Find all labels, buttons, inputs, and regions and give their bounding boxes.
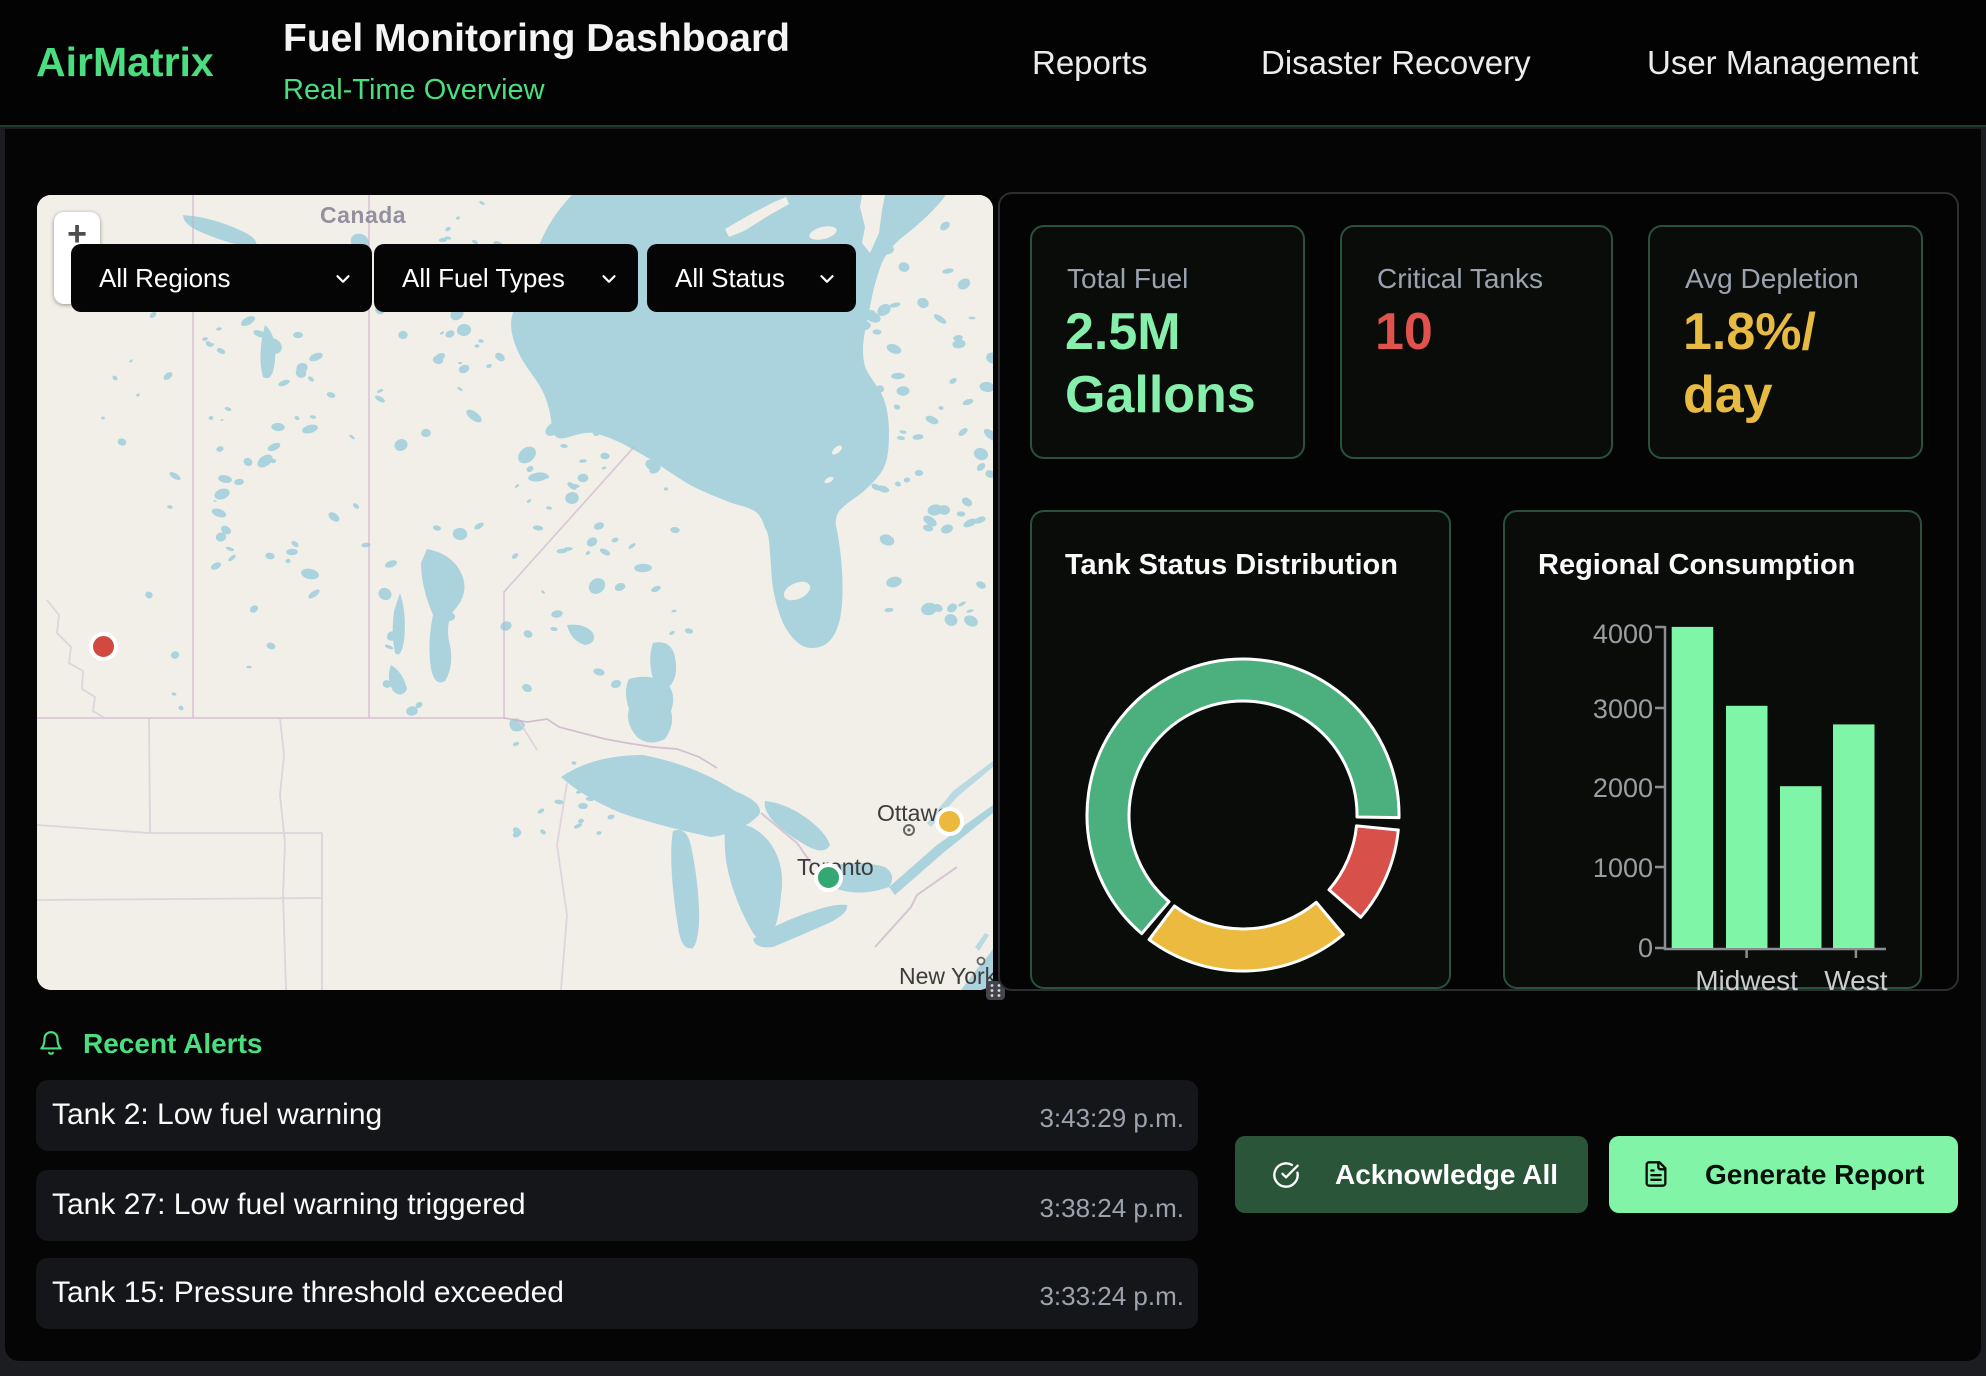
svg-text:Canada: Canada <box>320 202 406 228</box>
svg-text:New York: New York <box>899 963 993 989</box>
svg-text:2000: 2000 <box>1593 773 1653 803</box>
svg-text:3000: 3000 <box>1593 694 1653 724</box>
svg-text:4000: 4000 <box>1593 619 1653 649</box>
svg-text:Midwest: Midwest <box>1695 965 1798 991</box>
svg-text:0: 0 <box>1638 933 1653 963</box>
svg-text:West: West <box>1824 965 1887 991</box>
svg-text:1000: 1000 <box>1593 853 1653 883</box>
